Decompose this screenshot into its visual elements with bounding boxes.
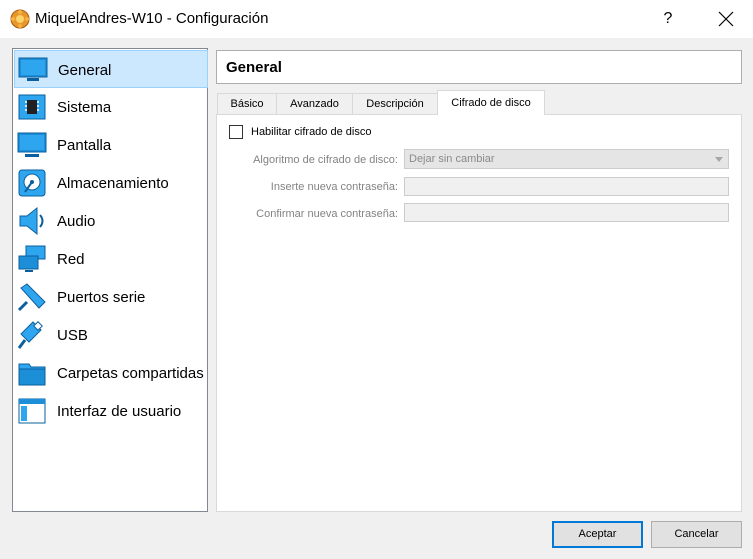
accept-button[interactable]: Aceptar bbox=[552, 521, 643, 548]
folder-icon bbox=[18, 363, 46, 386]
sidebar-item-label: Interfaz de usuario bbox=[57, 403, 182, 420]
tab-label: Cifrado de disco bbox=[451, 97, 531, 109]
page-header: General bbox=[216, 50, 742, 84]
settings-category-list[interactable]: General Sistema Pantalla Almacenamiento bbox=[12, 48, 208, 512]
algorithm-label: Algoritmo de cifrado de disco: bbox=[253, 154, 398, 166]
tab-basico[interactable]: Básico bbox=[217, 93, 277, 114]
sidebar-item-audio[interactable]: Audio bbox=[14, 202, 208, 240]
chip-icon bbox=[18, 94, 46, 120]
sidebar-item-label: Red bbox=[57, 251, 85, 268]
ui-window-icon bbox=[18, 398, 46, 424]
sidebar-item-red[interactable]: Red bbox=[14, 240, 208, 278]
usb-icon bbox=[17, 321, 43, 349]
window-title: MiquelAndres-W10 - Configuración bbox=[35, 10, 269, 27]
sidebar-item-general[interactable]: General bbox=[14, 50, 208, 88]
tab-cifrado-de-disco[interactable]: Cifrado de disco bbox=[437, 90, 545, 115]
help-button[interactable]: ? bbox=[648, 4, 688, 34]
enable-encryption-label[interactable]: Habilitar cifrado de disco bbox=[251, 126, 371, 138]
sidebar-item-label: Audio bbox=[57, 213, 96, 230]
sidebar-item-puertos-serie[interactable]: Puertos serie bbox=[14, 278, 208, 316]
sidebar-item-label: USB bbox=[57, 327, 88, 344]
algorithm-select[interactable]: Dejar sin cambiar bbox=[404, 149, 729, 169]
algorithm-select-value: Dejar sin cambiar bbox=[409, 153, 495, 165]
confirm-password-label: Confirmar nueva contraseña: bbox=[256, 208, 398, 220]
tab-label: Básico bbox=[230, 98, 264, 110]
tab-descripcion[interactable]: Descripción bbox=[352, 93, 438, 114]
tab-panel-cifrado bbox=[216, 114, 742, 512]
sidebar-item-almacenamiento[interactable]: Almacenamiento bbox=[14, 164, 208, 202]
sidebar-item-carpetas-compartidas[interactable]: Carpetas compartidas bbox=[14, 354, 208, 392]
close-button[interactable] bbox=[703, 4, 749, 34]
speaker-icon bbox=[19, 206, 44, 236]
serial-port-icon bbox=[17, 283, 46, 312]
network-icon bbox=[18, 245, 46, 272]
enable-encryption-checkbox[interactable] bbox=[229, 125, 243, 139]
sidebar-item-sistema[interactable]: Sistema bbox=[14, 88, 208, 126]
confirm-password-field[interactable] bbox=[404, 203, 729, 222]
page-title: General bbox=[226, 59, 282, 76]
sidebar-item-label: General bbox=[58, 62, 112, 79]
sidebar-item-usb[interactable]: USB bbox=[14, 316, 208, 354]
sidebar-item-pantalla[interactable]: Pantalla bbox=[14, 126, 208, 164]
disk-icon bbox=[18, 169, 46, 197]
virtualbox-app-icon bbox=[10, 9, 30, 29]
tab-avanzado[interactable]: Avanzado bbox=[276, 93, 353, 114]
sidebar-item-label: Almacenamiento bbox=[57, 175, 169, 192]
sidebar-item-label: Sistema bbox=[57, 99, 112, 116]
new-password-field[interactable] bbox=[404, 177, 729, 196]
tab-label: Avanzado bbox=[290, 98, 339, 110]
sidebar-item-label: Puertos serie bbox=[57, 289, 146, 306]
chevron-down-icon bbox=[715, 157, 723, 162]
sidebar-item-interfaz-de-usuario[interactable]: Interfaz de usuario bbox=[14, 392, 208, 430]
display-icon bbox=[17, 132, 47, 157]
close-icon bbox=[718, 11, 734, 27]
sidebar-item-label: Carpetas compartidas bbox=[57, 365, 204, 382]
cancel-button[interactable]: Cancelar bbox=[651, 521, 742, 548]
title-bar: MiquelAndres-W10 - Configuración ? bbox=[0, 0, 753, 38]
sidebar-item-label: Pantalla bbox=[57, 137, 112, 154]
monitor-icon bbox=[18, 57, 48, 81]
tab-label: Descripción bbox=[366, 98, 424, 110]
new-password-label: Inserte nueva contraseña: bbox=[270, 181, 398, 193]
